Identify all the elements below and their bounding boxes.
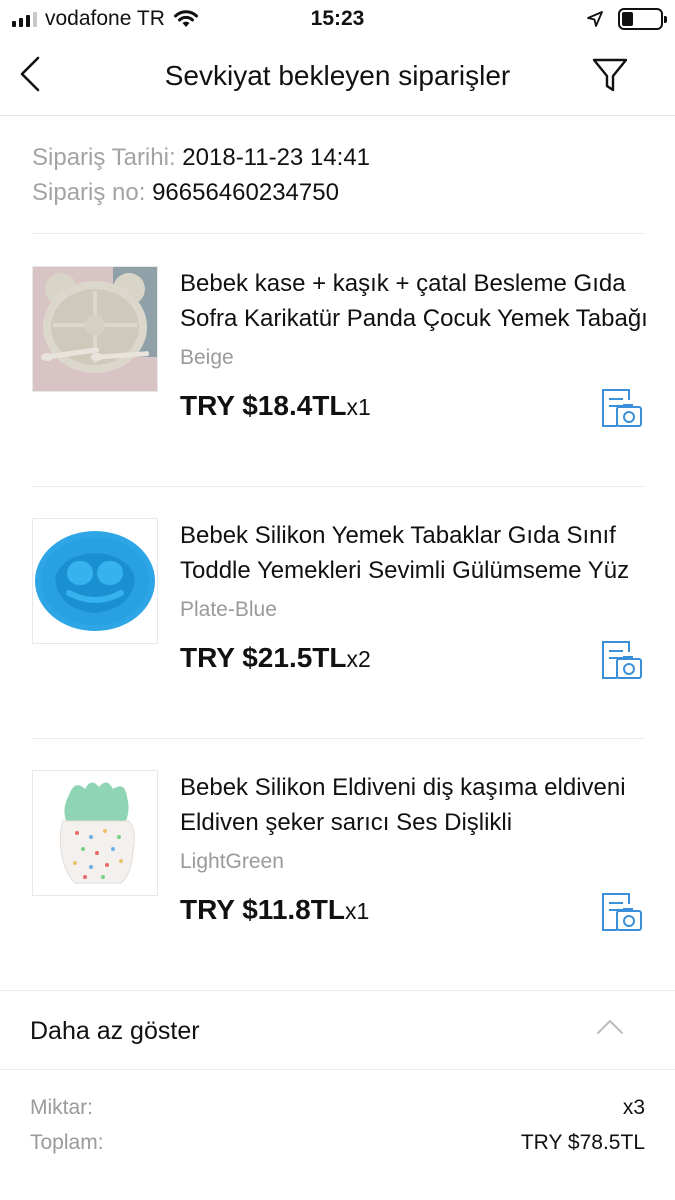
order-number-label: Sipariş no:: [32, 179, 146, 206]
product-item[interactable]: Bebek kase + kaşık + çatal Besleme Gıda …: [32, 266, 648, 486]
order-date-label: Sipariş Tarihi:: [32, 144, 176, 171]
navigation-bar: Sevkiyat bekleyen siparişler: [0, 40, 675, 116]
product-price-row: TRY $11.8TLx1: [180, 894, 369, 926]
product-variant: LightGreen: [180, 850, 284, 873]
summary-quantity-value: x3: [622, 1096, 645, 1119]
product-quantity: x2: [346, 646, 371, 672]
location-arrow-icon: [587, 11, 603, 27]
filter-icon: [592, 58, 628, 92]
show-less-toggle[interactable]: Daha az göster: [0, 990, 675, 1070]
page-title: Sevkiyat bekleyen siparişler: [164, 60, 511, 91]
photo-review-icon: [602, 389, 642, 427]
status-right: [586, 8, 667, 30]
product-quantity: x1: [344, 898, 370, 924]
order-summary: Miktar: x3 Toplam: TRY $78.5TL: [30, 1090, 645, 1160]
product-variant: Beige: [180, 346, 234, 369]
divider: [32, 486, 645, 487]
summary-total-label: Toplam:: [30, 1131, 104, 1154]
show-less-label: Daha az göster: [30, 1017, 200, 1045]
product-quantity: x1: [346, 394, 371, 420]
chevron-up-icon: [597, 1020, 623, 1034]
summary-total-value: TRY $78.5TL: [520, 1131, 645, 1154]
summary-quantity-row: Miktar: x3: [30, 1090, 645, 1125]
product-title[interactable]: Bebek Silikon Eldiveni diş kaşıma eldive…: [180, 770, 650, 840]
product-thumbnail[interactable]: [32, 266, 158, 392]
product-price: TRY $18.4TL: [180, 390, 347, 421]
battery-level: [622, 12, 634, 26]
product-price-row: TRY $21.5TLx2: [180, 642, 371, 674]
photo-review-button[interactable]: [599, 386, 643, 430]
battery-icon: [618, 8, 667, 30]
photo-review-button[interactable]: [599, 638, 643, 682]
product-variant: Plate-Blue: [180, 598, 277, 621]
photo-review-icon: [602, 893, 642, 931]
status-time: 15:23: [310, 7, 365, 30]
divider: [32, 738, 645, 739]
product-item[interactable]: Bebek Silikon Eldiveni diş kaşıma eldive…: [32, 770, 645, 990]
filter-button[interactable]: [587, 54, 633, 96]
order-number-row: Sipariş no: 96656460234750: [32, 175, 370, 210]
divider: [32, 233, 645, 234]
summary-total-row: Toplam: TRY $78.5TL: [30, 1125, 645, 1160]
product-thumbnail[interactable]: [32, 770, 158, 896]
product-thumbnail[interactable]: [32, 518, 158, 644]
order-date-value: 2018-11-23 14:41: [182, 144, 371, 171]
photo-review-button[interactable]: [599, 890, 643, 934]
product-title[interactable]: Bebek Silikon Yemek Tabaklar Gıda Sınıf …: [180, 518, 650, 588]
product-price: TRY $11.8TL: [180, 894, 345, 925]
summary-quantity-label: Miktar:: [30, 1096, 93, 1119]
order-info: Sipariş Tarihi: 2018-11-23 14:41 Sipariş…: [32, 140, 370, 210]
product-image-panda-plate: [33, 267, 157, 391]
order-number-value: 96656460234750: [152, 179, 339, 206]
product-item[interactable]: Bebek Silikon Yemek Tabaklar Gıda Sınıf …: [32, 518, 645, 738]
product-title[interactable]: Bebek kase + kaşık + çatal Besleme Gıda …: [180, 266, 650, 336]
product-image-blue-plate: [33, 519, 157, 643]
order-date-row: Sipariş Tarihi: 2018-11-23 14:41: [32, 140, 370, 175]
status-bar: vodafone TR 15:23: [0, 0, 675, 40]
product-price-row: TRY $18.4TLx1: [180, 390, 371, 422]
product-price: TRY $21.5TL: [180, 642, 347, 673]
product-image-teething-mitten: [33, 771, 157, 895]
photo-review-icon: [602, 641, 642, 679]
